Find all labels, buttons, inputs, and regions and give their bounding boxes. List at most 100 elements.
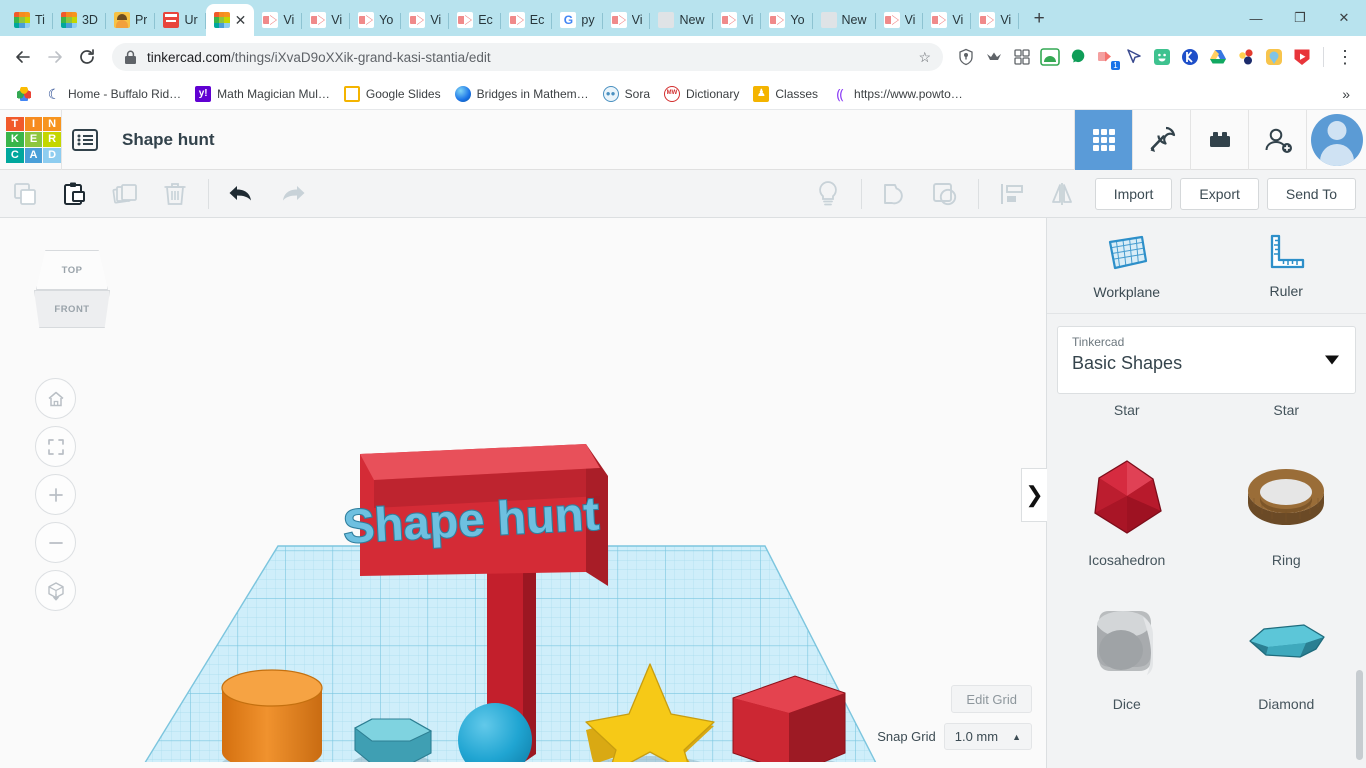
fit-view-button[interactable] — [35, 426, 76, 467]
browser-tab[interactable]: Vi — [401, 4, 450, 36]
notes-button[interactable] — [803, 170, 853, 218]
cursor-extension-icon[interactable] — [1121, 44, 1147, 70]
crown-extension-icon[interactable] — [981, 44, 1007, 70]
invite-people-button[interactable] — [1248, 109, 1306, 170]
blocks-view-button[interactable] — [1074, 109, 1132, 170]
undo-button[interactable] — [217, 170, 267, 218]
smiley-extension-icon[interactable] — [1149, 44, 1175, 70]
view-cube[interactable]: TOP FRONT — [30, 250, 114, 328]
duplicate-button[interactable] — [100, 170, 150, 218]
bookmark-item[interactable]: Google Slides — [338, 83, 447, 105]
view-cube-top-face[interactable]: TOP — [36, 250, 108, 290]
browser-tab[interactable]: Vi — [971, 4, 1020, 36]
back-icon[interactable] — [8, 42, 38, 72]
address-bar[interactable]: tinkercad.com/things/iXvaD9oXXik-grand-k… — [112, 43, 943, 71]
shape-library-select[interactable]: Tinkercad Basic Shapes — [1057, 326, 1356, 394]
bookmark-item[interactable]: MW Dictionary — [658, 83, 745, 105]
redo-button[interactable] — [267, 170, 317, 218]
project-menu-button[interactable] — [62, 128, 108, 152]
snap-grid-select[interactable]: 1.0 mm ▲ — [943, 723, 1032, 750]
video-favicon-icon — [358, 12, 375, 28]
video-favicon-icon — [508, 12, 525, 28]
tinkercad-logo[interactable]: TIN KER CAD — [6, 116, 61, 163]
workplane-tool[interactable]: Workplane — [1047, 218, 1207, 313]
minimize-button[interactable]: — — [1234, 2, 1278, 34]
group-button[interactable] — [870, 170, 920, 218]
browser-tab[interactable]: Ti — [6, 4, 53, 36]
shape-item[interactable]: Dice — [1047, 586, 1207, 712]
bookmark-item[interactable] — [10, 83, 38, 105]
kami-extension-icon[interactable] — [1177, 44, 1203, 70]
molecule-extension-icon[interactable] — [1233, 44, 1259, 70]
shape-item[interactable]: Diamond — [1207, 586, 1366, 712]
bookmark-item[interactable]: Bridges in Mathem… — [449, 83, 595, 105]
browser-tab[interactable]: Pr — [106, 4, 156, 36]
browser-tab[interactable]: Vi — [923, 4, 972, 36]
align-button[interactable] — [987, 170, 1037, 218]
shape-item[interactable]: Star — [1047, 402, 1207, 428]
bookmark-item[interactable]: ⸨ https://www.powto… — [826, 83, 969, 105]
send-to-button[interactable]: Send To — [1266, 177, 1356, 210]
browser-tab-active[interactable]: ✕ — [205, 4, 255, 36]
browser-tab[interactable]: py — [552, 4, 603, 36]
browser-tab[interactable]: Vi — [302, 4, 351, 36]
bookmark-star-icon[interactable]: ☆ — [918, 49, 931, 66]
reload-icon[interactable] — [72, 42, 102, 72]
browser-tab[interactable]: Vi — [254, 4, 303, 36]
maximize-button[interactable]: ❐ — [1278, 2, 1322, 34]
mirror-button[interactable] — [1037, 170, 1087, 218]
browser-tab[interactable]: 3D — [53, 4, 106, 36]
shield-extension-icon[interactable] — [953, 44, 979, 70]
location-pin-extension-icon[interactable] — [1261, 44, 1287, 70]
copy-button[interactable] — [0, 170, 50, 218]
browser-tab[interactable]: Vi — [876, 4, 924, 36]
browser-tab[interactable]: Ec — [501, 4, 553, 36]
shape-item[interactable]: Ring — [1207, 442, 1366, 568]
delete-button[interactable] — [150, 170, 200, 218]
bricks-button[interactable] — [1190, 109, 1248, 170]
bookmark-item[interactable]: ♟ Classes — [747, 83, 824, 105]
panel-collapse-button[interactable]: ❯ — [1021, 468, 1047, 522]
panel-scrollbar[interactable] — [1356, 670, 1363, 760]
browser-tab[interactable]: Ec — [449, 4, 501, 36]
screencast-extension-icon[interactable]: 1 — [1093, 44, 1120, 70]
user-avatar-button[interactable] — [1306, 109, 1366, 170]
home-view-button[interactable] — [35, 378, 76, 419]
video-play-extension-icon[interactable] — [1289, 44, 1315, 70]
zoom-in-button[interactable] — [35, 474, 76, 515]
bookmark-item[interactable]: y! Math Magician Mul… — [189, 83, 336, 105]
chrome-menu-icon[interactable]: ⋮ — [1332, 44, 1358, 70]
browser-tab[interactable]: Ur — [155, 4, 206, 36]
bookmarks-overflow-button[interactable]: » — [1336, 86, 1356, 102]
zoom-out-button[interactable] — [35, 522, 76, 563]
green-balloon-extension-icon[interactable] — [1065, 44, 1091, 70]
bookmark-item[interactable]: ●● Sora — [597, 83, 656, 105]
forward-icon[interactable] — [40, 42, 70, 72]
shape-item[interactable]: Star — [1207, 402, 1366, 428]
shape-item[interactable]: Icosahedron — [1047, 442, 1207, 568]
ruler-tool[interactable]: Ruler — [1207, 218, 1366, 313]
export-button[interactable]: Export — [1180, 177, 1259, 210]
browser-tab[interactable]: Vi — [603, 4, 651, 36]
bookmark-item[interactable]: ☾ Home - Buffalo Rid… — [40, 83, 187, 105]
close-window-button[interactable]: ✕ — [1322, 2, 1366, 34]
3d-workplane-canvas[interactable]: Shape hunt TOP FRONT Edit Grid Snap Grid… — [0, 218, 1046, 768]
view-cube-front-face[interactable]: FRONT — [34, 290, 110, 328]
paste-button[interactable] — [50, 170, 100, 218]
green-arch-extension-icon[interactable] — [1037, 44, 1063, 70]
edit-grid-button[interactable]: Edit Grid — [951, 685, 1032, 713]
new-tab-button[interactable]: + — [1025, 5, 1053, 33]
import-button[interactable]: Import — [1094, 177, 1173, 210]
grid-extension-icon[interactable] — [1009, 44, 1035, 70]
browser-tab[interactable]: New T — [650, 4, 714, 36]
browser-tab[interactable]: New T — [813, 4, 876, 36]
ortho-perspective-button[interactable] — [35, 570, 76, 611]
browser-tab[interactable]: Yo — [350, 4, 402, 36]
google-drive-extension-icon[interactable] — [1205, 44, 1231, 70]
shape-label: Star — [1113, 402, 1140, 418]
browser-tab[interactable]: Vi — [713, 4, 762, 36]
ungroup-button[interactable] — [920, 170, 970, 218]
tab-close-button[interactable]: ✕ — [235, 13, 247, 27]
minecraft-button[interactable] — [1132, 109, 1190, 170]
browser-tab[interactable]: Yo — [761, 4, 813, 36]
